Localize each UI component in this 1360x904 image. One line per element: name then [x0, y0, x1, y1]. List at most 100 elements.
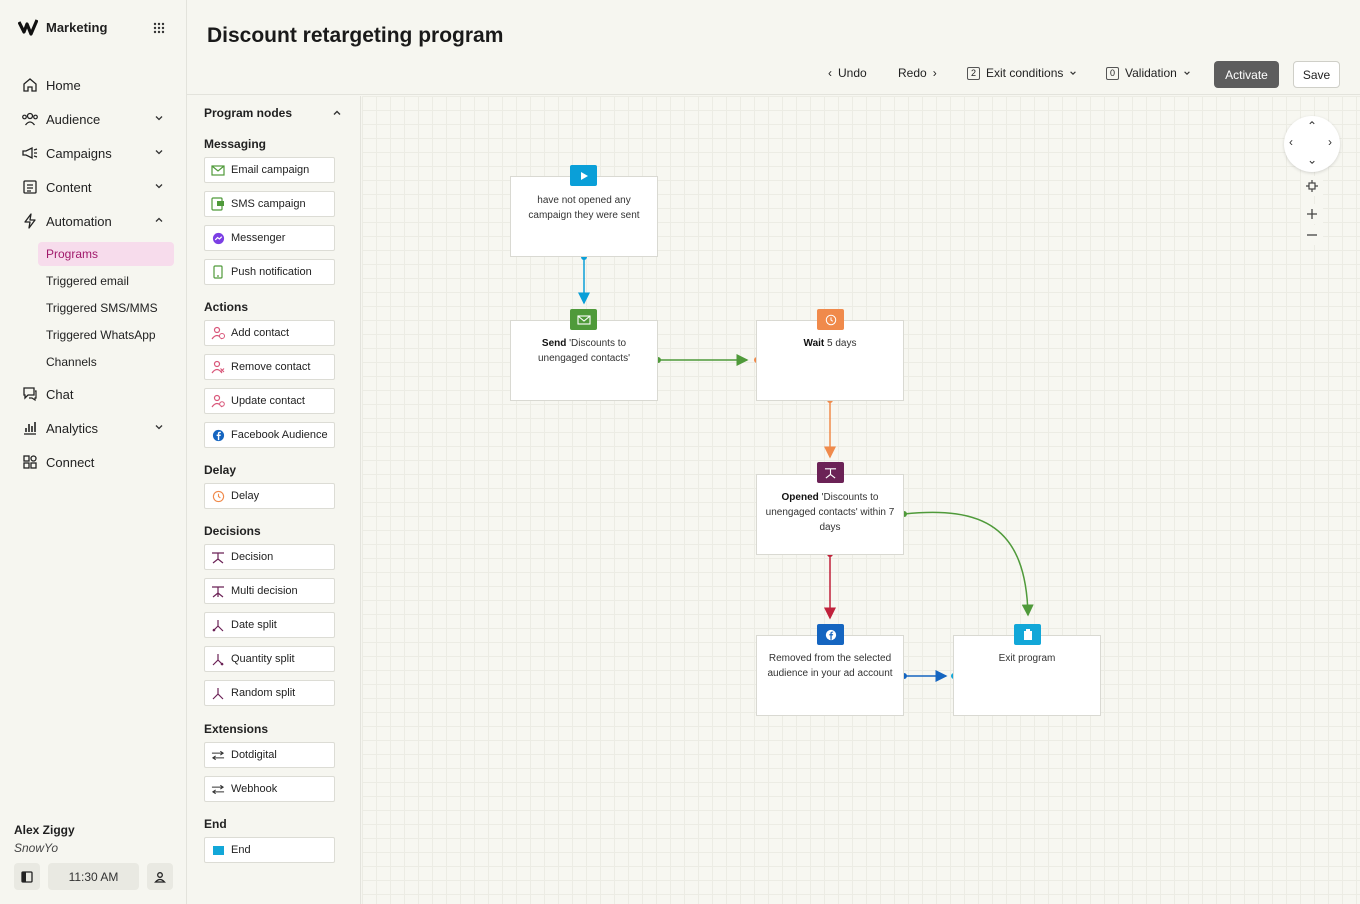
node-label: Messenger	[231, 232, 286, 244]
node-action: Send	[541, 338, 567, 349]
node-delay[interactable]: Delay	[204, 483, 335, 509]
chevron-left-icon: ‹	[828, 66, 832, 80]
sidebar-item-label: Content	[46, 179, 92, 195]
exit-program-node[interactable]: Exit program	[953, 635, 1101, 716]
node-label: Push notification	[231, 266, 312, 278]
pan-down-icon[interactable]: ⌃	[1307, 152, 1317, 166]
node-messenger[interactable]: Messenger	[204, 225, 335, 251]
connector-opened-removed	[824, 551, 836, 620]
sidebar-item-content[interactable]: Content	[12, 173, 174, 201]
sidebar-sub-triggered-email[interactable]: Triggered email	[38, 269, 174, 293]
node-quantity-split[interactable]: Quantity split	[204, 646, 335, 672]
connector-opened-exit	[901, 511, 1034, 617]
undo-label: Undo	[838, 66, 867, 80]
node-remove-contact[interactable]: Remove contact	[204, 354, 335, 380]
zoom-out-button[interactable]	[1301, 225, 1323, 245]
node-random-split[interactable]: Random split	[204, 680, 335, 706]
node-email-campaign[interactable]: Email campaign	[204, 157, 335, 183]
node-label: End	[231, 844, 251, 856]
sidebar-item-audience[interactable]: Audience	[12, 105, 174, 133]
opened-decision-node[interactable]: Opened 'Discounts to unengaged contacts'…	[756, 474, 904, 555]
plus-icon	[1307, 209, 1317, 219]
node-action: Wait	[803, 338, 825, 349]
node-label: Quantity split	[231, 653, 295, 665]
facebook-audience-node[interactable]: Removed from the selected audience in yo…	[756, 635, 904, 716]
pan-right-icon[interactable]: ›	[1328, 135, 1332, 149]
app-switcher-icon[interactable]	[153, 22, 165, 34]
sidebar-item-campaigns[interactable]: Campaigns	[12, 139, 174, 167]
toggle-sidebar-button[interactable]	[14, 863, 40, 890]
pan-up-icon[interactable]: ⌃	[1307, 119, 1317, 133]
wait-node[interactable]: Wait 5 days	[756, 320, 904, 401]
sidebar-sub-channels[interactable]: Channels	[38, 350, 174, 374]
node-label: Random split	[231, 687, 296, 699]
sidebar-item-chat[interactable]: Chat	[12, 380, 174, 408]
section-extensions: Extensions	[204, 722, 269, 736]
clock-icon	[211, 489, 225, 503]
node-multi-decision[interactable]: Multi decision	[204, 578, 335, 604]
node-decision[interactable]: Decision	[204, 544, 335, 570]
pan-left-icon[interactable]: ‹	[1289, 135, 1293, 149]
fit-to-screen-button[interactable]	[1301, 176, 1323, 196]
sidebar-toggle-icon	[21, 870, 33, 883]
date-split-icon	[211, 618, 225, 632]
sidebar-item-analytics[interactable]: Analytics	[12, 414, 174, 442]
connector-start-send	[578, 254, 590, 305]
zoom-in-button[interactable]	[1301, 204, 1323, 224]
node-date-split[interactable]: Date split	[204, 612, 335, 638]
program-canvas[interactable]: have not opened any campaign they were s…	[362, 96, 1360, 904]
redo-button[interactable]: Redo ›	[898, 66, 937, 80]
section-messaging: Messaging	[204, 137, 267, 151]
chevron-down-icon	[155, 116, 163, 121]
send-email-node[interactable]: Send 'Discounts to unengaged contacts'	[510, 320, 658, 401]
sidebar-item-automation[interactable]: Automation	[12, 207, 174, 235]
validation-dropdown[interactable]: 0 Validation	[1106, 66, 1191, 80]
node-facebook-audience[interactable]: Facebook Audience	[204, 422, 335, 448]
node-sms-campaign[interactable]: SMS campaign	[204, 191, 335, 217]
activate-button[interactable]: Activate	[1214, 61, 1279, 88]
connect-icon	[20, 452, 40, 472]
validation-label: Validation	[1125, 66, 1177, 80]
node-label: Add contact	[231, 327, 290, 339]
brand-logo-icon	[18, 19, 38, 36]
multi-decision-icon	[211, 584, 225, 598]
start-node[interactable]: have not opened any campaign they were s…	[510, 176, 658, 257]
sidebar-item-connect[interactable]: Connect	[12, 448, 174, 476]
focus-icon	[1306, 180, 1318, 192]
node-label: Multi decision	[231, 585, 298, 597]
node-webhook[interactable]: Webhook	[204, 776, 335, 802]
transfer-icon	[211, 782, 225, 796]
user-org: SnowYo	[14, 841, 59, 855]
sidebar-sub-programs[interactable]: Programs	[38, 242, 174, 266]
profile-button[interactable]	[147, 863, 173, 890]
save-button[interactable]: Save	[1293, 61, 1340, 88]
user-icon	[154, 871, 166, 883]
section-actions: Actions	[204, 300, 249, 314]
facebook-icon	[211, 428, 225, 442]
sidebar-item-home[interactable]: Home	[12, 71, 174, 99]
node-end[interactable]: End	[204, 837, 335, 863]
node-dotdigital[interactable]: Dotdigital	[204, 742, 335, 768]
sidebar-item-label: Campaigns	[46, 145, 112, 161]
update-contact-icon	[211, 394, 225, 408]
sidebar: Marketing Home Audience Campaigns Conten…	[0, 0, 187, 904]
content-icon	[20, 177, 40, 197]
node-update-contact[interactable]: Update contact	[204, 388, 335, 414]
node-label: SMS campaign	[231, 198, 306, 210]
brand[interactable]: Marketing	[18, 18, 107, 36]
chat-icon	[20, 384, 40, 404]
exit-conditions-dropdown[interactable]: 2 Exit conditions	[967, 66, 1077, 80]
sidebar-sub-triggered-whatsapp[interactable]: Triggered WhatsApp	[38, 323, 174, 347]
sidebar-item-label: Automation	[46, 213, 112, 229]
chevron-up-icon[interactable]	[332, 108, 342, 118]
user-name: Alex Ziggy	[14, 823, 75, 837]
add-contact-icon	[211, 326, 225, 340]
connector-send-wait	[655, 354, 760, 366]
node-add-contact[interactable]: Add contact	[204, 320, 335, 346]
undo-button[interactable]: ‹ Undo	[828, 66, 867, 80]
node-text: Exit program	[998, 653, 1056, 664]
sidebar-sub-triggered-sms[interactable]: Triggered SMS/MMS	[38, 296, 174, 320]
node-push-notification[interactable]: Push notification	[204, 259, 335, 285]
pan-control[interactable]: ⌃ ⌃ ‹ ›	[1284, 116, 1340, 172]
node-label: Email campaign	[231, 164, 310, 176]
